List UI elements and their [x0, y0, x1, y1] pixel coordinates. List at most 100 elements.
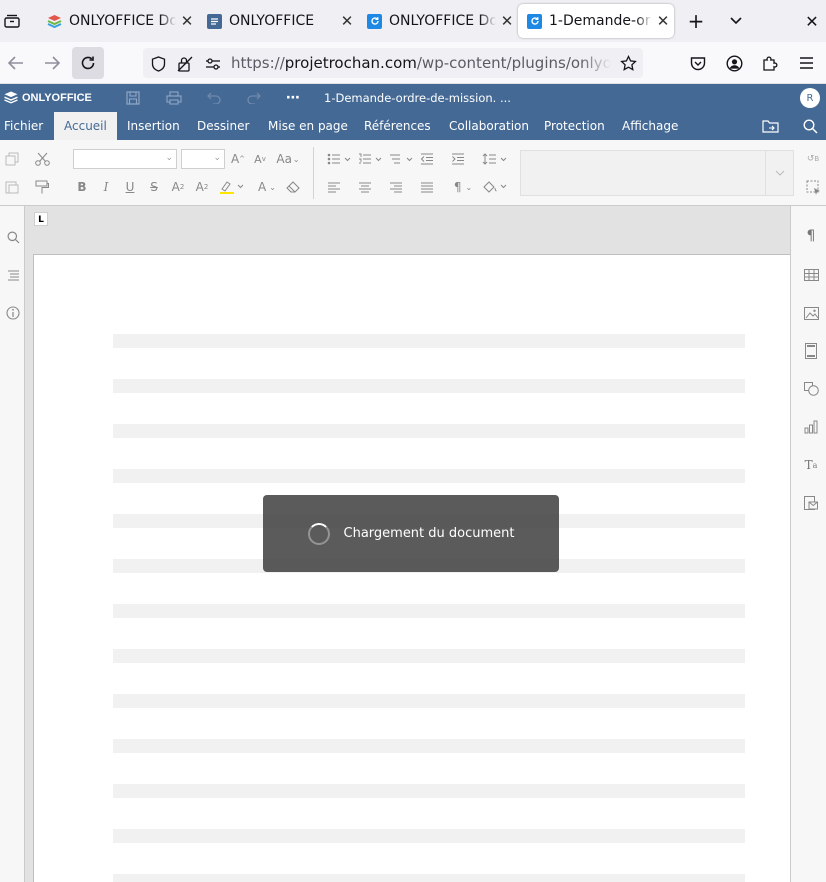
cut-icon[interactable] — [34, 151, 50, 167]
underline-icon[interactable]: U — [122, 179, 138, 195]
site-permissions-icon[interactable] — [203, 54, 223, 74]
tab-references[interactable]: Références — [360, 112, 435, 140]
styles-gallery[interactable] — [520, 150, 794, 196]
document-title[interactable]: 1-Demande-ordre-de-mission. ... — [324, 91, 511, 105]
list-all-tabs-button[interactable] — [724, 8, 748, 34]
tab-fichier[interactable]: Fichier — [0, 112, 47, 140]
align-left-icon[interactable] — [326, 179, 342, 195]
chevron-down-icon — [775, 170, 784, 176]
close-tab-icon[interactable]: ✕ — [336, 12, 358, 30]
tab-collaboration[interactable]: Collaboration — [445, 112, 533, 140]
save-icon[interactable] — [124, 89, 142, 107]
tab-stop-selector[interactable]: L — [34, 212, 48, 226]
image-settings-icon[interactable] — [798, 300, 824, 326]
url-host: projetrochan.com — [284, 54, 417, 72]
app-menu-icon[interactable] — [796, 53, 816, 73]
url-path: /wp-content/plugins/onlyoffice — [416, 54, 611, 72]
text-art-settings-icon[interactable]: Ta — [798, 452, 824, 478]
close-tab-icon[interactable]: ✕ — [652, 12, 674, 30]
line-spacing-icon[interactable] — [481, 151, 509, 167]
close-window-button[interactable]: ✕ — [800, 8, 824, 34]
browser-tab[interactable]: ONLYOFFICE ✕ — [198, 4, 358, 38]
new-tab-button[interactable]: + — [684, 8, 708, 34]
placeholder-line — [113, 784, 745, 798]
justify-icon[interactable] — [419, 179, 435, 195]
chart-settings-icon[interactable] — [798, 414, 824, 440]
strikethrough-icon[interactable]: S — [146, 179, 162, 195]
bold-icon[interactable]: B — [74, 179, 90, 195]
clear-format-icon[interactable] — [285, 179, 301, 195]
shape-settings-icon[interactable] — [798, 376, 824, 402]
subscript-icon[interactable]: A2 — [194, 179, 210, 195]
copy-icon[interactable] — [4, 151, 20, 167]
table-settings-icon[interactable] — [798, 262, 824, 288]
insecure-lock-icon[interactable] — [175, 54, 195, 74]
user-avatar[interactable]: R — [800, 88, 820, 108]
tab-insertion[interactable]: Insertion — [123, 112, 184, 140]
tracking-protection-icon[interactable] — [148, 54, 168, 74]
multilevel-list-icon[interactable] — [388, 151, 414, 167]
decrease-font-icon[interactable]: Av — [252, 151, 268, 167]
font-size-select[interactable]: ⌄ — [181, 149, 225, 169]
shading-icon[interactable] — [481, 179, 509, 195]
url-text[interactable]: https://projetrochan.com/wp-content/plug… — [231, 54, 611, 72]
close-tab-icon[interactable]: ✕ — [176, 12, 198, 30]
select-all-icon[interactable] — [804, 179, 822, 195]
placeholder-line — [113, 874, 745, 882]
info-icon[interactable] — [0, 300, 26, 326]
onlyoffice-logo-icon — [47, 14, 62, 29]
mail-merge-icon[interactable] — [798, 490, 824, 516]
navigation-icon[interactable] — [0, 262, 26, 288]
undo-icon[interactable] — [205, 89, 223, 107]
increase-font-icon[interactable]: A ^ — [230, 151, 246, 167]
tab-affichage[interactable]: Affichage — [618, 112, 682, 140]
replace-icon[interactable]: ↺ B — [804, 151, 822, 167]
change-case-icon[interactable]: Aa ⌄ — [274, 151, 302, 167]
forward-button[interactable] — [40, 50, 64, 76]
back-button[interactable] — [4, 50, 28, 76]
tab-list-button[interactable] — [0, 8, 24, 34]
pocket-icon[interactable] — [688, 53, 708, 73]
paragraph-settings-icon[interactable]: ¶ — [798, 223, 824, 249]
search-icon[interactable] — [800, 116, 820, 136]
numbering-icon[interactable] — [357, 151, 383, 167]
more-options-icon[interactable]: ⋯ — [284, 89, 302, 107]
redo-icon[interactable] — [244, 89, 262, 107]
styles-dropdown-button[interactable] — [765, 151, 793, 195]
paragraph-mark-icon[interactable]: ¶ ⌄ — [450, 179, 476, 195]
onlyoffice-logo[interactable]: ONLYOFFICE — [4, 91, 92, 104]
bookmark-star-icon[interactable] — [618, 53, 638, 73]
italic-icon[interactable]: I — [98, 179, 114, 195]
placeholder-line — [113, 649, 745, 663]
account-icon[interactable] — [724, 53, 744, 73]
document-icon — [207, 13, 222, 29]
browser-tab[interactable]: ONLYOFFICE Docs ✕ — [358, 4, 518, 38]
bullets-icon[interactable] — [326, 151, 352, 167]
tab-dessiner[interactable]: Dessiner — [193, 112, 253, 140]
open-file-location-icon[interactable] — [760, 116, 780, 136]
font-color-icon[interactable]: A ⌄ — [254, 179, 280, 195]
browser-tab[interactable]: ONLYOFFICE Docs ✕ — [38, 4, 198, 38]
align-right-icon[interactable] — [388, 179, 404, 195]
find-icon[interactable] — [0, 224, 26, 250]
decrease-indent-icon[interactable] — [419, 151, 435, 167]
tab-accueil[interactable]: Accueil — [54, 112, 117, 140]
loading-icon — [527, 13, 542, 29]
collection-icon — [4, 14, 20, 28]
reload-button[interactable] — [72, 47, 104, 79]
increase-indent-icon[interactable] — [450, 151, 466, 167]
copy-style-icon[interactable] — [34, 179, 50, 195]
header-footer-icon[interactable] — [798, 338, 824, 364]
toolbar-separator — [313, 147, 314, 199]
browser-tab-active[interactable]: 1-Demande-ordre-de-mission ✕ — [518, 4, 674, 38]
extensions-icon[interactable] — [760, 53, 780, 73]
close-tab-icon[interactable]: ✕ — [496, 12, 518, 30]
align-center-icon[interactable] — [357, 179, 373, 195]
paste-icon[interactable] — [4, 179, 20, 195]
superscript-icon[interactable]: A2 — [170, 179, 186, 195]
print-icon[interactable] — [165, 89, 183, 107]
tab-mise-en-page[interactable]: Mise en page — [264, 112, 352, 140]
highlight-color-icon[interactable] — [218, 179, 246, 195]
font-name-select[interactable]: ⌄ — [73, 149, 177, 169]
tab-protection[interactable]: Protection — [540, 112, 609, 140]
